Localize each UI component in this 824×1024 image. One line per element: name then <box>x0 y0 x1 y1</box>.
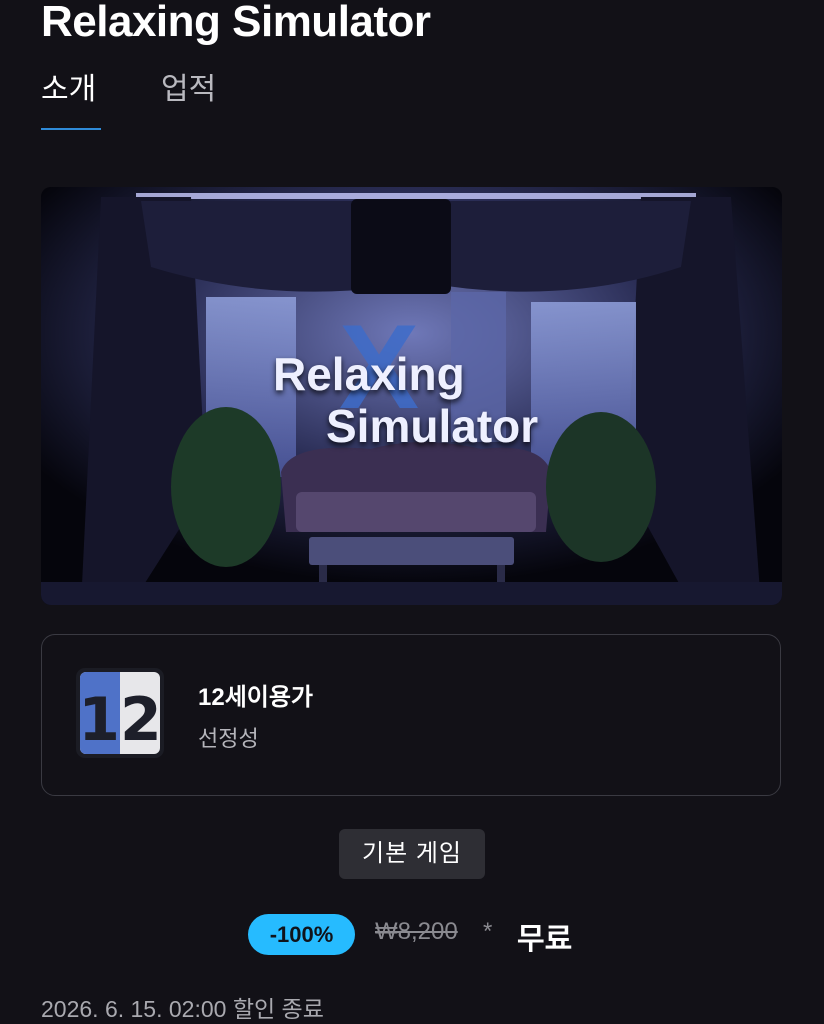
age-rating-badge-icon: 12 <box>76 668 164 758</box>
tab-achievements[interactable]: 업적 <box>161 70 216 110</box>
age-rating-descriptor: 선정성 <box>198 726 259 751</box>
page-title: Relaxing Simulator <box>41 0 431 46</box>
sale-end-date: 2026. 6. 15. 02:00 할인 종료 <box>41 996 324 1022</box>
active-tab-indicator <box>41 128 101 130</box>
tab-overview[interactable]: 소개 <box>41 70 96 110</box>
final-price: 무료 <box>517 923 573 956</box>
age-rating-card: 12 12세이용가 선정성 <box>41 634 781 796</box>
price-footnote-mark: * <box>483 918 493 945</box>
hero-logo-line2: Simulator <box>326 400 539 452</box>
discount-badge: -100% <box>248 914 355 955</box>
age-rating-title: 12세이용가 <box>198 684 314 711</box>
price-row: -100% ₩8,200 * 무료 <box>0 914 824 958</box>
original-price: ₩8,200 <box>375 918 458 945</box>
tab-bar: 소개 업적 <box>41 70 341 132</box>
base-game-tag: 기본 게임 <box>339 829 485 879</box>
hero-image[interactable]: X Relaxing Simulator <box>41 187 782 605</box>
hero-logo-line1: Relaxing <box>273 348 465 400</box>
age-rating-number: 12 <box>78 685 162 755</box>
